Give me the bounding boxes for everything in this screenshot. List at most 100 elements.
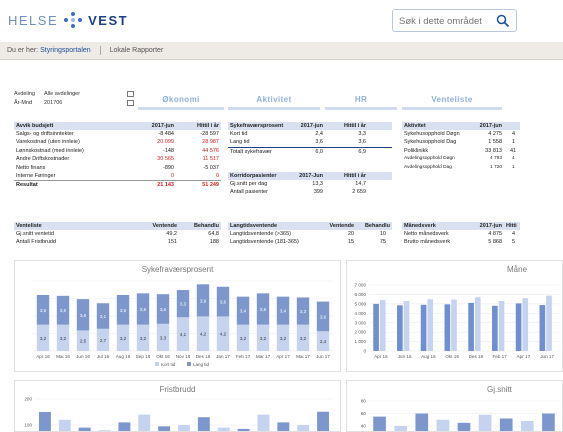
cell-value: 4 <box>512 156 515 162</box>
data-label: 3,2 <box>60 336 67 341</box>
filter-value[interactable]: Alle avdelinger <box>44 90 80 99</box>
col-header: Aktivitet <box>404 123 426 129</box>
data-label: 3,8 <box>140 307 147 312</box>
data-label: 3,8 <box>260 307 267 312</box>
bar <box>499 418 513 431</box>
table-header: Sykefraværsprosent 2017-jun Hittil i år <box>228 122 392 130</box>
table-row: Langtidsventende (>365) 20 10 <box>228 230 392 238</box>
data-label: 4,1 <box>180 332 187 337</box>
x-tick-label: Jul 16 <box>97 354 110 359</box>
table-row: Langtidsventende (181-365) 15 75 <box>228 238 392 246</box>
x-tick-label: Mar 17 <box>256 354 271 359</box>
dropdown-button[interactable] <box>127 100 134 106</box>
x-tick-label: Feb 17 <box>236 354 251 359</box>
table-row: Antall Fristbrudd 151 188 <box>14 238 221 246</box>
logo[interactable]: HELSE VEST <box>8 11 128 29</box>
dropdown-button[interactable] <box>127 91 134 97</box>
bar <box>78 427 91 431</box>
col-header: Ventende <box>329 223 354 229</box>
cell-value: 21 143 <box>157 182 174 189</box>
row-label: Sykehusopphold Døgn <box>404 131 460 137</box>
bar <box>257 414 270 431</box>
fristbrudd-chart: 200 100 <box>24 397 333 431</box>
y-tick-label: 0 <box>363 349 366 354</box>
cell-value: -28 597 <box>200 131 219 137</box>
tab-okonomi[interactable]: Økonomi <box>138 90 224 110</box>
cell-value: -890 <box>162 164 174 171</box>
search-input[interactable] <box>399 14 491 28</box>
cell-value: 41 <box>510 147 517 154</box>
corridor-table: Korridorpasienter 2017-Jun Hittil i år G… <box>228 172 392 197</box>
activity-table: Aktivitet 2017-jun Sykehusopphold Døgn 4 … <box>402 122 520 172</box>
cell-value: 151 <box>167 239 177 246</box>
table-row: Poliklinikk 33 813 41 <box>402 147 520 155</box>
bar <box>542 413 555 431</box>
x-tick-label: Des 16 <box>469 354 484 359</box>
cell-value: 49,2 <box>166 231 177 237</box>
tab-aktivitet[interactable]: Aktivitet <box>228 90 320 110</box>
data-label: 3,6 <box>160 307 167 312</box>
filter-aar-mnd[interactable]: År-Mnd 201706 <box>14 99 134 108</box>
tab-venteliste[interactable]: Venteliste <box>402 90 502 110</box>
row-label: Poliklinikk <box>404 147 429 154</box>
sickleave-chart-panel: Sykefraværsprosent 3,2 3,6 Apr 16 3,2 3,5 Mai… <box>14 260 341 372</box>
x-tick-label: Sep 16 <box>136 354 151 359</box>
brand-right: VEST <box>88 12 129 28</box>
row-label: Antall pasienter <box>230 189 268 196</box>
x-tick-label: Des 16 <box>196 354 211 359</box>
cell-value: 2 659 <box>352 189 366 196</box>
cell-value: 4 <box>512 131 516 137</box>
bar-brutto <box>427 299 434 351</box>
cell-value: 399 <box>313 189 323 196</box>
col-header: Langtidsventende <box>230 223 278 229</box>
table-row: Salgs- og driftsinntekter -8 484 -28 597 <box>14 130 221 138</box>
tab-hr[interactable]: HR <box>325 90 397 110</box>
table-header: Korridorpasienter 2017-Jun Hittil i år <box>228 172 392 180</box>
bar <box>158 426 171 431</box>
cell-value: -5 037 <box>203 164 219 171</box>
y-tick-label: 6 000 <box>355 292 367 297</box>
y-tick-label: 80 <box>361 399 367 404</box>
bar-brutto <box>474 297 481 351</box>
search-box[interactable] <box>392 9 517 32</box>
bar-netto <box>397 305 403 351</box>
waitlist-table: Venteliste Ventende Behandlu Gj.snitt ve… <box>14 222 221 247</box>
bar <box>237 428 250 431</box>
row-label: Netto finans <box>16 164 46 171</box>
table-row: Varekostnad (uten innleie) 20 099 28 987 <box>14 138 221 146</box>
bar <box>317 411 330 431</box>
col-header: Avvik budsjett <box>16 123 54 129</box>
x-tick-label: Nov 16 <box>176 354 191 359</box>
col-header: Venteliste <box>16 223 42 229</box>
search-icon[interactable] <box>496 14 510 28</box>
row-label: Kort tid <box>230 131 248 137</box>
bar <box>118 422 131 431</box>
row-label: Langtidsventende (>365) <box>230 231 292 237</box>
data-label: 3,2 <box>280 336 287 341</box>
data-label: 3,3 <box>160 335 167 340</box>
x-tick-label: Jan 17 <box>216 354 230 359</box>
row-label: Lønnskostnad (med innleie) <box>16 147 84 154</box>
x-tick-label: Okt 16 <box>445 354 459 359</box>
bar <box>457 422 471 431</box>
data-label: 2,7 <box>100 338 107 343</box>
cell-value: 4 793 <box>489 156 502 162</box>
data-label: 2,4 <box>320 339 327 344</box>
row-label: Salgs- og driftsinntekter <box>16 131 74 137</box>
gjsnitt-chart-panel: Gj.snitt 80 60 40 <box>346 380 563 432</box>
x-tick-label: Mai 16 <box>56 354 70 359</box>
filter-avdeling[interactable]: Avdeling Alle avdelinger <box>14 90 134 99</box>
y-tick-label: 40 <box>361 424 367 429</box>
bar <box>98 430 111 431</box>
row-label: Gj.snitt per dag <box>230 181 268 187</box>
cell-value: -148 <box>162 147 174 154</box>
row-label: Resultat <box>16 182 38 189</box>
col-header: Sykefraværsprosent <box>230 123 284 129</box>
cell-value: 51 249 <box>202 182 219 189</box>
filter-value[interactable]: 201706 <box>44 99 62 108</box>
breadcrumb-item-styringsportalen[interactable]: Styringsportalen <box>40 47 91 54</box>
cell-value: 20 <box>347 231 354 237</box>
breadcrumb-item-lokale-rapporter[interactable]: Lokale Rapporter <box>110 47 164 54</box>
row-label: Avdelingsopphold Døgn <box>404 156 455 162</box>
row-label: Langtidsventende (181-365) <box>230 239 299 246</box>
